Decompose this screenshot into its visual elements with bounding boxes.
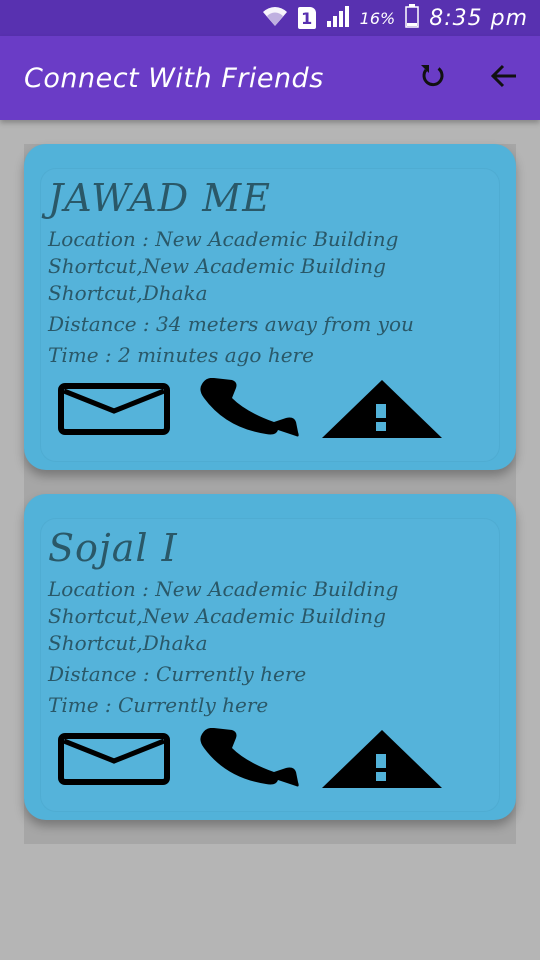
- phone-icon: [196, 727, 300, 794]
- friend-card-content: Sojal I Location : New Academic Building…: [40, 518, 500, 812]
- battery-percent: 16%: [359, 8, 396, 28]
- mail-icon: [58, 733, 170, 789]
- mail-icon: [58, 383, 170, 439]
- friend-location: Location : New Academic Building Shortcu…: [48, 227, 399, 305]
- friend-card: Sojal I Location : New Academic Building…: [24, 494, 516, 820]
- friend-time: Time : Currently here: [48, 693, 269, 717]
- friend-name: JAWAD ME: [48, 176, 271, 220]
- alert-button[interactable]: [320, 380, 444, 442]
- phone-icon: [196, 377, 300, 444]
- status-bar: 1 16% 8:35 pm: [0, 0, 540, 36]
- app-title: Connect With Friends: [24, 62, 324, 94]
- battery-icon: [405, 4, 419, 32]
- friend-actions: [58, 727, 444, 794]
- back-arrow-icon: [490, 62, 518, 94]
- status-clock: 8:35 pm: [429, 5, 528, 31]
- alert-button[interactable]: [320, 730, 444, 792]
- warning-icon: [320, 728, 444, 794]
- message-button[interactable]: [58, 383, 170, 439]
- app-bar: Connect With Friends: [0, 36, 540, 120]
- refresh-button[interactable]: [408, 54, 456, 102]
- friend-distance: Distance : Currently here: [48, 662, 307, 686]
- signal-icon: [326, 4, 350, 32]
- friend-actions: [58, 377, 444, 444]
- back-button[interactable]: [480, 54, 528, 102]
- wifi-icon: [262, 4, 288, 32]
- call-button[interactable]: [196, 377, 300, 444]
- friend-time: Time : 2 minutes ago here: [48, 343, 314, 367]
- friend-card-content: JAWAD ME Location : New Academic Buildin…: [40, 168, 500, 462]
- friend-name: Sojal I: [48, 526, 178, 570]
- sim-icon: 1: [297, 7, 316, 29]
- message-button[interactable]: [58, 733, 170, 789]
- refresh-icon: [417, 61, 447, 95]
- call-button[interactable]: [196, 727, 300, 794]
- warning-icon: [320, 378, 444, 444]
- friend-card: JAWAD ME Location : New Academic Buildin…: [24, 144, 516, 470]
- friend-location: Location : New Academic Building Shortcu…: [48, 577, 399, 655]
- friend-distance: Distance : 34 meters away from you: [48, 312, 414, 336]
